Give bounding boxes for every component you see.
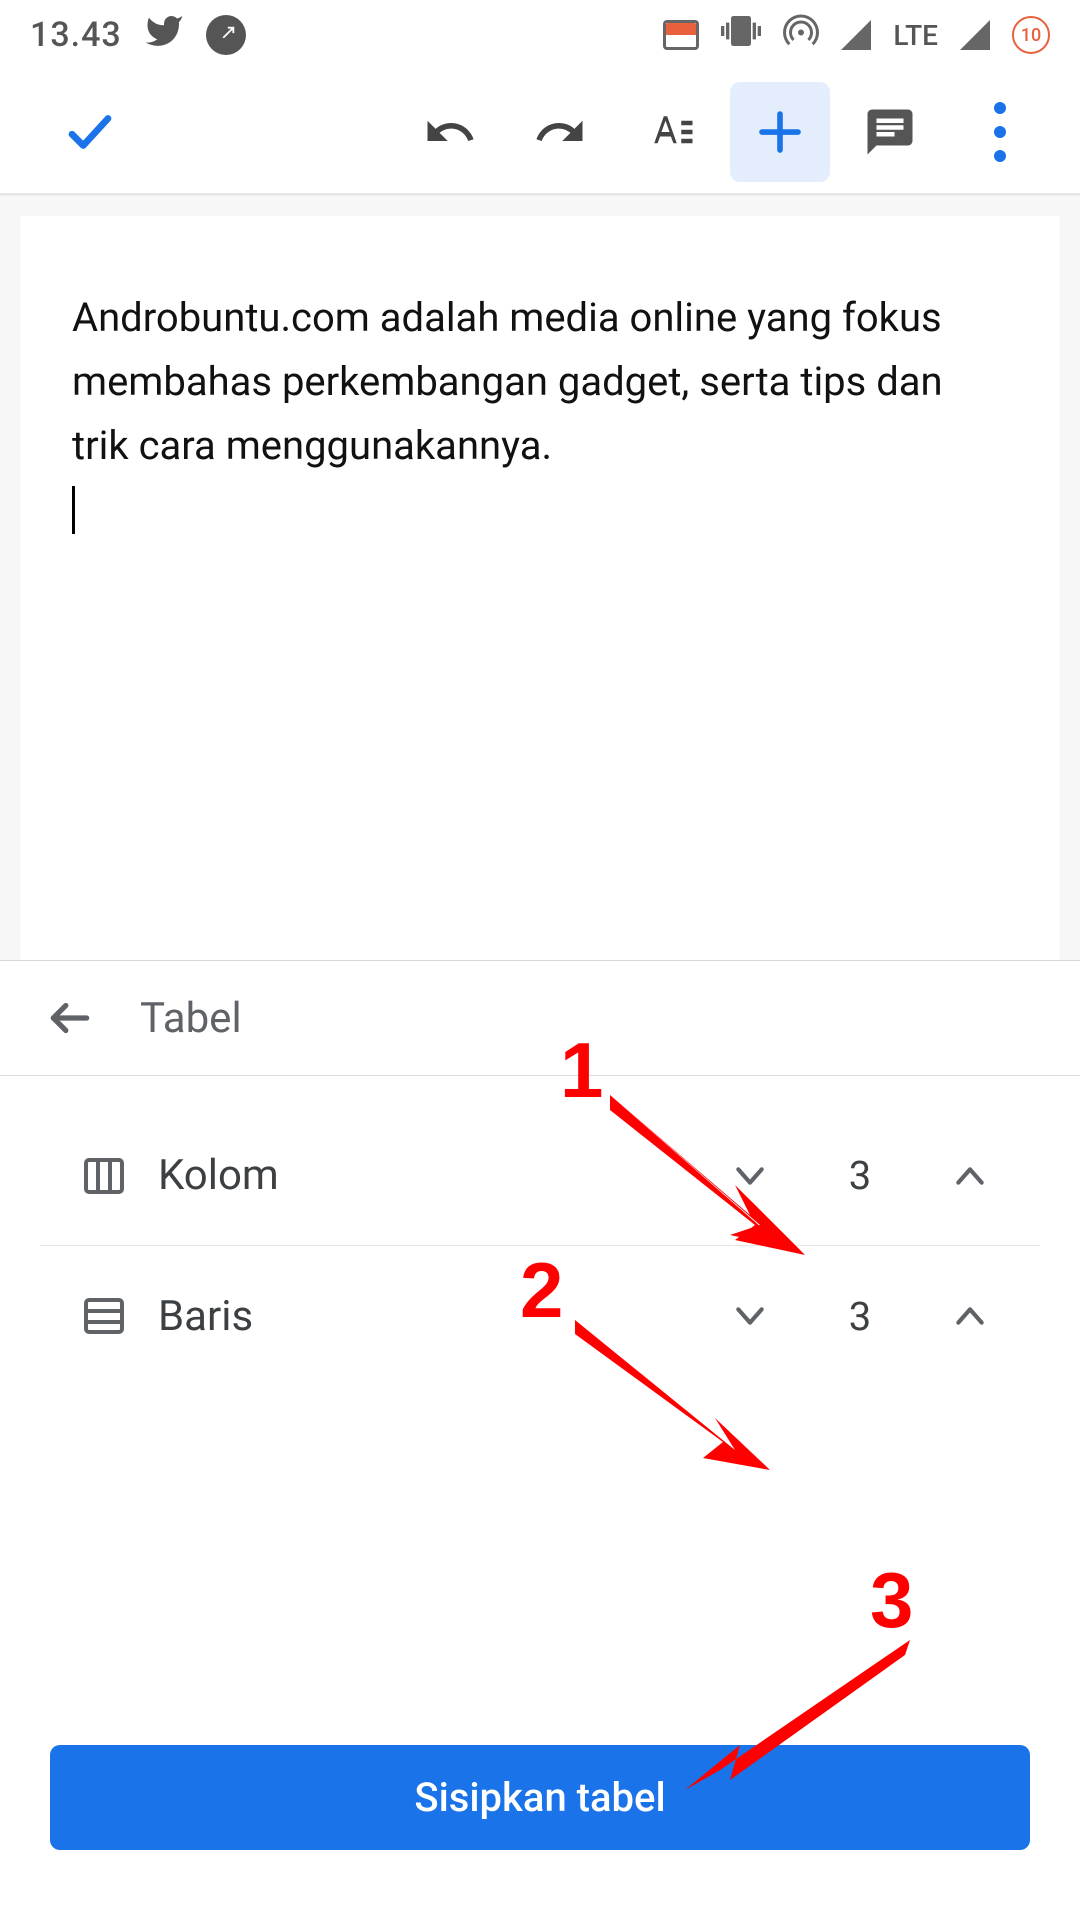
status-bar: 13.43 LTE 10 <box>0 0 1080 70</box>
document-area[interactable]: Androbuntu.com adalah media online yang … <box>0 195 1080 976</box>
network-type: LTE <box>893 19 938 52</box>
signal-icon-1 <box>841 20 871 50</box>
more-menu-button[interactable] <box>950 82 1050 182</box>
hotspot-icon <box>783 13 819 58</box>
insert-button[interactable] <box>730 82 830 182</box>
annotation-arrow-1 <box>600 1085 820 1269</box>
data-cap-badge: 10 <box>1012 16 1050 54</box>
rows-increase-button[interactable] <box>940 1286 1000 1346</box>
document-page[interactable]: Androbuntu.com adalah media online yang … <box>20 216 1060 976</box>
back-button[interactable] <box>30 978 110 1058</box>
undo-button[interactable] <box>400 82 500 182</box>
rows-row: Baris 3 <box>40 1246 1040 1386</box>
twitter-icon <box>144 11 184 60</box>
signal-icon-2 <box>960 20 990 50</box>
sheet-title: Tabel <box>140 994 242 1043</box>
vibrate-icon <box>721 11 761 60</box>
rows-value: 3 <box>840 1293 880 1340</box>
text-cursor <box>72 486 75 534</box>
columns-value: 3 <box>840 1152 880 1199</box>
editor-toolbar <box>0 70 1080 195</box>
annotation-arrow-3 <box>680 1630 930 1804</box>
status-clock: 13.43 <box>30 15 122 55</box>
done-button[interactable] <box>40 82 140 182</box>
columns-icon <box>80 1152 128 1200</box>
redo-button[interactable] <box>510 82 610 182</box>
rows-icon <box>80 1292 128 1340</box>
document-body-text[interactable]: Androbuntu.com adalah media online yang … <box>72 286 1008 478</box>
screenshot-icon <box>206 15 246 55</box>
cast-icon <box>663 20 699 50</box>
sheet-header: Tabel <box>0 961 1080 1076</box>
columns-row: Kolom 3 <box>40 1106 1040 1246</box>
columns-increase-button[interactable] <box>940 1146 1000 1206</box>
text-format-button[interactable] <box>620 82 720 182</box>
annotation-arrow-2 <box>565 1310 785 1484</box>
comment-button[interactable] <box>840 82 940 182</box>
